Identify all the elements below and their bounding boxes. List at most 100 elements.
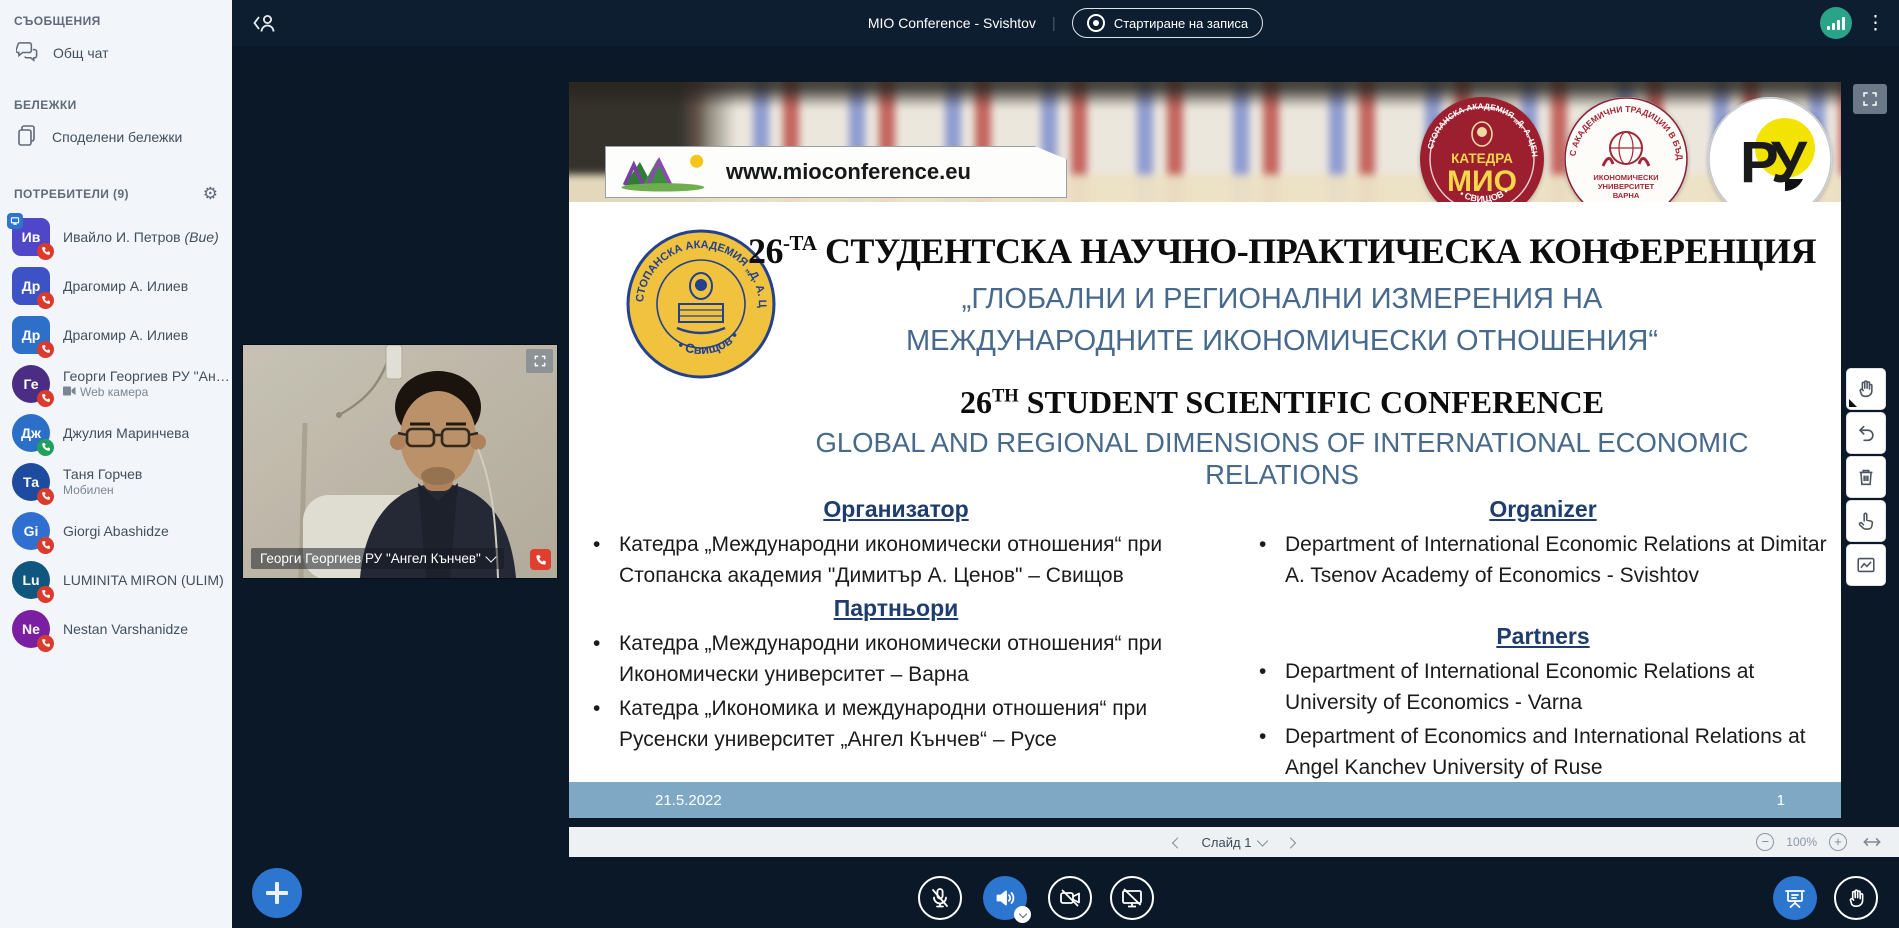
user-name: Драгомир А. Илиев xyxy=(63,327,188,343)
slide-bullet-item: Катедра „Международни икономически отнош… xyxy=(583,529,1209,591)
zoom-out-icon[interactable]: − xyxy=(1756,833,1774,851)
next-slide-icon[interactable] xyxy=(1278,831,1302,854)
webcam-name-label[interactable]: Георги Георгиев РУ "Ангел Кънчев" xyxy=(251,548,504,569)
slide-banner-photo: www.mioconference.eu СТОПАНСКА АКАДЕМИЯ … xyxy=(569,82,1841,202)
zoom-level: 100% xyxy=(1786,835,1817,849)
slide-bullet-item: Department of International Economic Rel… xyxy=(1249,656,1837,718)
webcam-icon xyxy=(63,385,76,399)
slide-subtitle-bulgarian: „ГЛОБАЛНИ И РЕГИОНАЛНИ ИЗМЕРЕНИЯ НА МЕЖД… xyxy=(739,278,1825,362)
user-list-item[interactable]: ДрДрагомир А. Илиев xyxy=(0,310,232,359)
user-list-item[interactable]: ГеГеорги Георгиев РУ "Ангел Кънч...Web к… xyxy=(0,359,232,408)
slide-section: Partners Department of International Econ… xyxy=(1249,623,1837,783)
slide-section-heading: Организатор xyxy=(583,496,1209,523)
slide-title-bulgarian: 26-ТА СТУДЕНТСКА НАУЧНО-ПРАКТИЧЕСКА КОНФ… xyxy=(739,230,1825,272)
record-label: Стартиране на записа xyxy=(1114,16,1248,31)
user-list-item[interactable]: NeNestan Varshanidze xyxy=(0,604,232,653)
hide-userlist-icon[interactable] xyxy=(248,8,282,38)
svg-text:ИКОНОМИЧЕСКИ: ИКОНОМИЧЕСКИ xyxy=(1593,173,1658,182)
mic-muted-icon[interactable] xyxy=(918,876,962,920)
user-name: Nestan Varshanidze xyxy=(63,621,188,637)
ue-varna-logo: С АКАДЕМИЧНИ ТРАДИЦИИ В БЪДЕЩЕТО ИКОНОМИ… xyxy=(1563,96,1689,202)
muted-phone-icon xyxy=(37,390,54,407)
raise-hand-icon[interactable] xyxy=(1834,876,1878,920)
slide-section: Organizer Department of International Eco… xyxy=(1249,496,1837,591)
restore-presentation-icon[interactable] xyxy=(1773,876,1817,920)
slide-date: 21.5.2022 xyxy=(655,792,722,809)
actions-plus-icon[interactable] xyxy=(252,868,302,918)
user-avatar: Та xyxy=(12,463,50,501)
webcam-fullscreen-icon[interactable] xyxy=(526,349,553,373)
fullscreen-presentation-icon[interactable] xyxy=(1853,84,1887,114)
user-avatar: Lu xyxy=(12,561,50,599)
slide-title-english: 26TH STUDENT SCIENTIFIC CONFERENCE xyxy=(739,384,1825,421)
slide-section-heading: Organizer xyxy=(1249,496,1837,523)
user-name: Джулия Маринчева xyxy=(63,425,189,441)
user-list-item[interactable]: Та Таня ГорчевМобилен xyxy=(0,457,232,506)
muted-phone-icon xyxy=(37,488,54,505)
zoom-in-icon[interactable]: + xyxy=(1829,833,1847,851)
start-recording-button[interactable]: Стартиране на записа xyxy=(1072,8,1263,38)
camera-off-icon[interactable] xyxy=(1048,876,1092,920)
slide-footer-bar: 21.5.2022 1 xyxy=(569,782,1841,818)
options-menu-icon[interactable]: ⋮ xyxy=(1862,10,1889,37)
undo-icon[interactable] xyxy=(1846,412,1886,454)
clear-annotations-icon[interactable] xyxy=(1846,456,1886,498)
public-chat-label: Общ чат xyxy=(53,45,109,61)
user-name: Георги Георгиев РУ "Ангел Кънч...Web кам… xyxy=(63,368,231,399)
ruse-university-logo: РУ xyxy=(1707,96,1833,202)
whiteboard-toolbar xyxy=(1846,368,1886,586)
bbb-meeting-window: СЪОБЩЕНИЯ Общ чат БЕЛЕЖКИ Споделени беле… xyxy=(0,0,1899,928)
user-list-item[interactable]: ДжДжулия Маринчева xyxy=(0,408,232,457)
polls-icon[interactable] xyxy=(1846,544,1886,586)
muted-phone-icon xyxy=(37,292,54,309)
webcam-video-frame xyxy=(243,345,557,578)
svg-text:ВАРНА: ВАРНА xyxy=(1613,191,1640,200)
user-name: Драгомир А. Илиев xyxy=(63,278,188,294)
slide-selector[interactable]: Слайд 1 xyxy=(1196,831,1273,854)
audio-on-icon[interactable] xyxy=(983,876,1027,920)
slide-column-bulgarian: Организатор Катедра „Международни икономи… xyxy=(569,492,1209,786)
user-list: ИвИвайло И. Петров (Вие) Др Драгомир А. Ил… xyxy=(0,212,232,653)
listen-phone-icon xyxy=(37,439,54,456)
hand-tool-icon[interactable] xyxy=(1846,368,1886,410)
title-divider: | xyxy=(1052,15,1056,32)
user-avatar: Др xyxy=(12,267,50,305)
top-bar: MIO Conference - Svishtov | Стартиране н… xyxy=(232,0,1899,46)
webcam-video-georgi[interactable]: Георги Георгиев РУ "Ангел Кънчев" xyxy=(243,345,557,578)
screenshare-icon[interactable] xyxy=(1110,876,1154,920)
svg-text:КАТЕДРА: КАТЕДРА xyxy=(1451,151,1513,166)
manage-users-gear-icon[interactable]: ⚙ xyxy=(201,184,220,204)
slide-section-heading: Партньори xyxy=(583,595,1209,622)
chat-icon xyxy=(16,41,39,66)
user-list-item[interactable]: GiGiorgi Abashidze xyxy=(0,506,232,555)
sidebar-item-public-chat[interactable]: Общ чат xyxy=(0,32,232,74)
muted-phone-icon xyxy=(37,586,54,603)
slide-bullet-item: Катедра „Икономика и международни отноше… xyxy=(583,693,1209,755)
record-icon xyxy=(1087,14,1105,32)
sidebar-panel: СЪОБЩЕНИЯ Общ чат БЕЛЕЖКИ Споделени беле… xyxy=(0,0,232,928)
conference-url: www.mioconference.eu xyxy=(726,159,971,185)
fit-width-icon[interactable] xyxy=(1859,831,1885,853)
svg-text:РУ: РУ xyxy=(1740,130,1808,195)
muted-phone-icon xyxy=(37,243,54,260)
presentation-slide[interactable]: www.mioconference.eu СТОПАНСКА АКАДЕМИЯ … xyxy=(569,82,1841,818)
sidebar-item-shared-notes[interactable]: Споделени бележки xyxy=(0,116,232,158)
mioconference-ribbon: www.mioconference.eu xyxy=(605,146,1067,198)
user-list-item[interactable]: Др Драгомир А. Илиев xyxy=(0,261,232,310)
connection-status-icon[interactable] xyxy=(1820,7,1852,39)
user-name: Таня ГорчевМобилен xyxy=(63,466,142,497)
user-list-item[interactable]: ИвИвайло И. Петров (Вие) xyxy=(0,212,232,261)
shared-notes-label: Споделени бележки xyxy=(52,129,182,145)
pointer-tool-icon[interactable] xyxy=(1846,500,1886,542)
slide-section-heading: Partners xyxy=(1249,623,1837,650)
users-header: ПОТРЕБИТЕЛИ (9) xyxy=(14,187,129,201)
user-list-item[interactable]: LuLUMINITA MIRON (ULIM) xyxy=(0,555,232,604)
slide-column-english: Organizer Department of International Eco… xyxy=(1209,492,1841,786)
user-avatar: Ив xyxy=(12,218,50,256)
user-status-label: Мобилен xyxy=(63,483,142,497)
slide-bullet-item: Department of International Economic Rel… xyxy=(1249,529,1837,591)
audio-options-chevron[interactable] xyxy=(1014,906,1031,923)
slide-section: ПартньориКатедра „Международни икономиче… xyxy=(583,595,1209,755)
previous-slide-icon[interactable] xyxy=(1166,831,1190,854)
svg-text:УНИВЕРСИТЕТ: УНИВЕРСИТЕТ xyxy=(1598,182,1655,191)
